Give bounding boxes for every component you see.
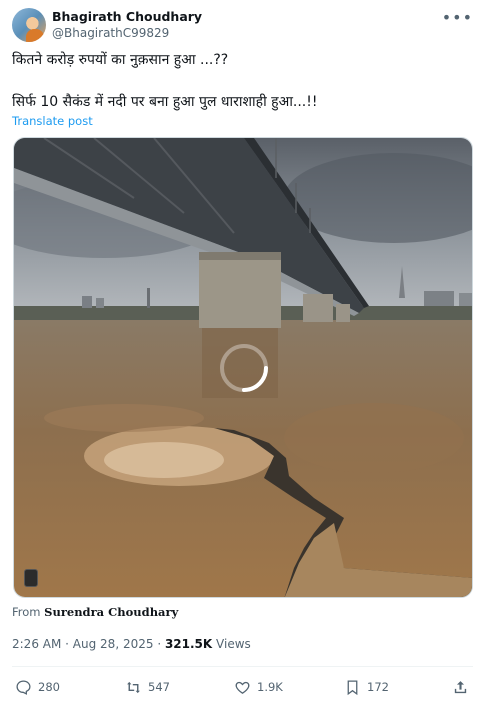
more-icon[interactable]: ••• (442, 8, 473, 27)
bookmark-count: 172 (367, 680, 389, 694)
translate-post-link[interactable]: Translate post (12, 114, 93, 128)
repost-button[interactable]: 547 (125, 677, 170, 697)
bookmark-button[interactable]: 172 (344, 677, 389, 697)
source-name[interactable]: Surendra Choudhary (44, 605, 178, 619)
post-time[interactable]: 2:26 AM (12, 637, 61, 651)
post-text-line-2: सिर्फ 10 सैकंड में नदी पर बना हुआ पुल धा… (12, 94, 318, 110)
repost-count: 547 (148, 680, 170, 694)
post-header: Bhagirath Choudhary @BhagirathC99829 ••• (12, 8, 473, 42)
repost-icon (127, 681, 140, 693)
post-meta: 2:26 AM · Aug 28, 2025 · 321.5K Views (12, 637, 251, 651)
avatar[interactable] (12, 8, 46, 42)
views-label: Views (216, 637, 251, 651)
views-count: 321.5K (164, 637, 213, 651)
video-player[interactable] (13, 137, 473, 598)
reply-button[interactable]: 280 (15, 677, 60, 697)
like-count: 1.9K (257, 680, 283, 694)
source-attribution: From Surendra Choudhary (12, 605, 178, 619)
author-handle[interactable]: @BhagirathC99829 (52, 26, 169, 40)
author-name[interactable]: Bhagirath Choudhary (52, 9, 202, 24)
post-text-line-1: कितने करोड़ रुपयों का नुक़सान हुआ ...?? (12, 52, 229, 68)
like-button[interactable]: 1.9K (234, 677, 283, 697)
divider (12, 666, 473, 667)
like-icon (235, 681, 250, 694)
post-date[interactable]: Aug 28, 2025 (73, 637, 154, 651)
video-control-icon[interactable] (24, 569, 38, 587)
action-bar: 280 547 1.9K 172 (12, 677, 473, 699)
bookmark-icon (347, 679, 358, 695)
source-prefix: From (12, 605, 41, 619)
reply-count: 280 (38, 680, 60, 694)
share-icon (454, 680, 467, 693)
share-button[interactable] (452, 677, 469, 697)
video-frame (14, 138, 472, 597)
reply-icon (16, 679, 31, 695)
